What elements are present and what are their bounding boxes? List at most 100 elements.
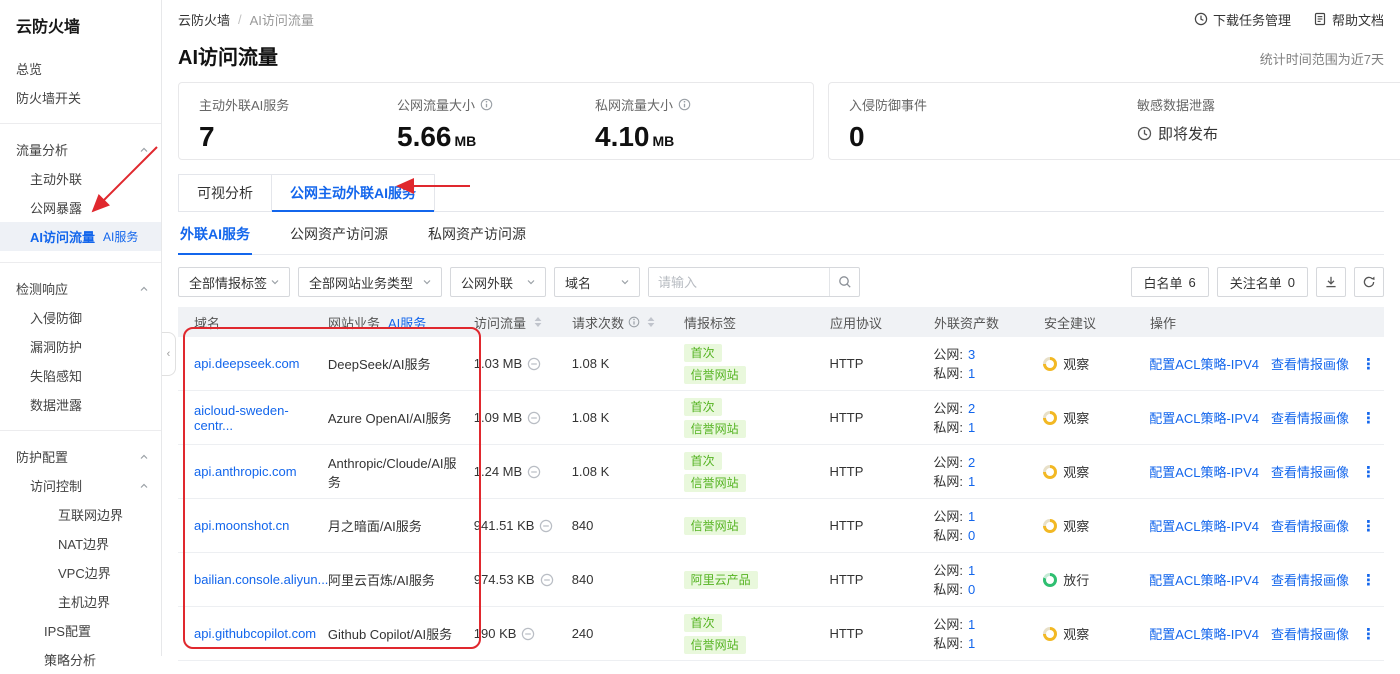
private-assets-count[interactable]: 0 (968, 582, 975, 597)
sort-icon[interactable] (534, 316, 542, 328)
minus-circle-icon (521, 627, 535, 641)
private-assets-count[interactable]: 1 (968, 420, 975, 435)
configure-acl-link[interactable]: 配置ACL策略-IPV4 (1149, 408, 1259, 427)
subtab-outbound-ai-services[interactable]: 外联AI服务 (178, 212, 252, 255)
tab-public-outbound-ai-services[interactable]: 公网主动外联AI服务 (271, 174, 435, 212)
sidebar-item[interactable]: AI访问流量 AI服务 (0, 222, 161, 251)
domain-link[interactable]: api.githubcopilot.com (194, 626, 316, 641)
col-business-label: 网站业务 (328, 315, 381, 331)
sidebar-item[interactable]: 检测响应 (0, 274, 161, 303)
sidebar-item[interactable]: 防护配置 (0, 442, 161, 471)
download-task-manager-link[interactable]: 下载任务管理 (1194, 10, 1291, 29)
stat-private-traffic: 私网流量大小 4.10 MB (595, 95, 793, 151)
search-field-select[interactable]: 域名 (554, 267, 640, 297)
sidebar-item[interactable]: 主机边界 (0, 587, 161, 616)
protocol-label: HTTP (829, 626, 864, 641)
domain-link[interactable]: api.moonshot.cn (194, 518, 289, 533)
intel-tags: 信誉网站 (683, 516, 830, 535)
more-actions-icon[interactable]: ⋮ (1361, 355, 1376, 373)
sidebar-item-label: 入侵防御 (30, 311, 83, 326)
site-business-type-select[interactable]: 全部网站业务类型 (298, 267, 442, 297)
refresh-button[interactable] (1354, 267, 1384, 297)
subtab-public-asset-sources[interactable]: 公网资产访问源 (288, 212, 390, 255)
configure-acl-link[interactable]: 配置ACL策略-IPV4 (1149, 462, 1259, 481)
requests-value: 240 (571, 626, 594, 641)
configure-acl-link[interactable]: 配置ACL策略-IPV4 (1149, 516, 1259, 535)
sidebar-item-label: NAT边界 (58, 537, 110, 552)
more-actions-icon[interactable]: ⋮ (1361, 409, 1376, 427)
sidebar-item[interactable]: 互联网边界 (0, 500, 161, 529)
sidebar-item[interactable]: 失陷感知 (0, 361, 161, 390)
watchlist-button[interactable]: 关注名单 0 (1216, 267, 1308, 297)
private-assets-label: 私网: (933, 473, 963, 489)
private-assets-count[interactable]: 1 (968, 636, 975, 651)
domain-link[interactable]: aicloud-sweden-centr... (194, 403, 289, 433)
sidebar-item[interactable]: 公网暴露 (0, 193, 161, 222)
sort-icon[interactable] (647, 316, 655, 328)
more-actions-icon[interactable]: ⋮ (1361, 571, 1376, 589)
more-actions-icon[interactable]: ⋮ (1361, 517, 1376, 535)
private-assets-count[interactable]: 0 (968, 528, 975, 543)
sidebar-item[interactable]: 入侵防御 (0, 303, 161, 332)
configure-acl-link[interactable]: 配置ACL策略-IPV4 (1149, 624, 1259, 643)
chevron-down-icon (620, 277, 630, 287)
advice-gauge-icon (1043, 518, 1058, 533)
minus-circle-icon (527, 465, 541, 479)
breadcrumb-root[interactable]: 云防火墙 (178, 10, 230, 29)
sidebar-item[interactable]: 主动外联 (0, 164, 161, 193)
view-intel-profile-link[interactable]: 查看情报画像 (1271, 624, 1349, 643)
view-intel-profile-link[interactable]: 查看情报画像 (1271, 408, 1349, 427)
more-actions-icon[interactable]: ⋮ (1361, 463, 1376, 481)
sidebar-divider (0, 262, 161, 263)
view-intel-profile-link[interactable]: 查看情报画像 (1271, 354, 1349, 373)
configure-acl-link[interactable]: 配置ACL策略-IPV4 (1149, 354, 1259, 373)
sidebar-item[interactable]: 流量分析 (0, 135, 161, 164)
view-intel-profile-link[interactable]: 查看情报画像 (1271, 516, 1349, 535)
public-assets-count[interactable]: 1 (968, 563, 975, 578)
tab-visual-analysis[interactable]: 可视分析 (178, 174, 272, 211)
public-assets-count[interactable]: 3 (968, 347, 975, 362)
public-assets-count[interactable]: 1 (968, 617, 975, 632)
search-icon[interactable] (829, 268, 859, 296)
sidebar-collapse-handle[interactable]: ‹ (162, 332, 176, 376)
chevron-up-icon (139, 481, 149, 491)
more-actions-icon[interactable]: ⋮ (1361, 625, 1376, 643)
help-doc-link[interactable]: 帮助文档 (1313, 10, 1384, 29)
sidebar-item[interactable]: 访问控制 (0, 471, 161, 500)
sidebar-item[interactable]: IPS配置 (0, 616, 161, 645)
domain-link[interactable]: api.deepseek.com (194, 356, 300, 371)
business-filter-link[interactable]: AI服务 (388, 316, 426, 331)
view-intel-profile-link[interactable]: 查看情报画像 (1271, 462, 1349, 481)
public-assets-count[interactable]: 1 (968, 509, 975, 524)
stat-value: 7 (199, 121, 215, 152)
sidebar: 云防火墙 总览 防火墙开关 流量分析 主动外联 公网暴露 AI访问流量 AI服务… (0, 0, 162, 668)
domain-link[interactable]: bailian.console.aliyun... (194, 572, 328, 587)
sidebar-item-label: 总览 (16, 62, 43, 77)
sidebar-item[interactable]: 防火墙开关 (0, 83, 161, 112)
sidebar-item[interactable]: NAT边界 (0, 529, 161, 558)
public-assets-count[interactable]: 2 (968, 455, 975, 470)
export-button[interactable] (1316, 267, 1346, 297)
sidebar-item[interactable]: 策略分析 (0, 645, 161, 674)
info-icon[interactable] (678, 98, 691, 111)
sidebar-item[interactable]: 数据泄露 (0, 390, 161, 419)
intel-tag-select[interactable]: 全部情报标签 (178, 267, 290, 297)
private-assets-count[interactable]: 1 (968, 366, 975, 381)
info-icon[interactable] (480, 98, 493, 111)
info-icon[interactable] (628, 316, 640, 328)
sidebar-item[interactable]: 漏洞防护 (0, 332, 161, 361)
ai-services-table: 域名 网站业务 AI服务 访问流量 请求次数 情报标签 应用协议 外联资产数 安全… (178, 307, 1384, 661)
traffic-value: 1.03 MB (473, 356, 523, 371)
view-intel-profile-link[interactable]: 查看情报画像 (1271, 570, 1349, 589)
configure-acl-link[interactable]: 配置ACL策略-IPV4 (1149, 570, 1259, 589)
search-input[interactable] (649, 268, 829, 296)
table-row: api.deepseek.com DeepSeek/AI服务 1.03 MB 1… (178, 337, 1384, 391)
public-assets-count[interactable]: 2 (968, 401, 975, 416)
whitelist-button[interactable]: 白名单 6 (1130, 267, 1209, 297)
domain-link[interactable]: api.anthropic.com (194, 464, 297, 479)
subtab-private-asset-sources[interactable]: 私网资产访问源 (426, 212, 528, 255)
sidebar-item[interactable]: VPC边界 (0, 558, 161, 587)
outbound-type-select[interactable]: 公网外联 (450, 267, 546, 297)
private-assets-count[interactable]: 1 (968, 474, 975, 489)
sidebar-item[interactable]: 总览 (0, 54, 161, 83)
